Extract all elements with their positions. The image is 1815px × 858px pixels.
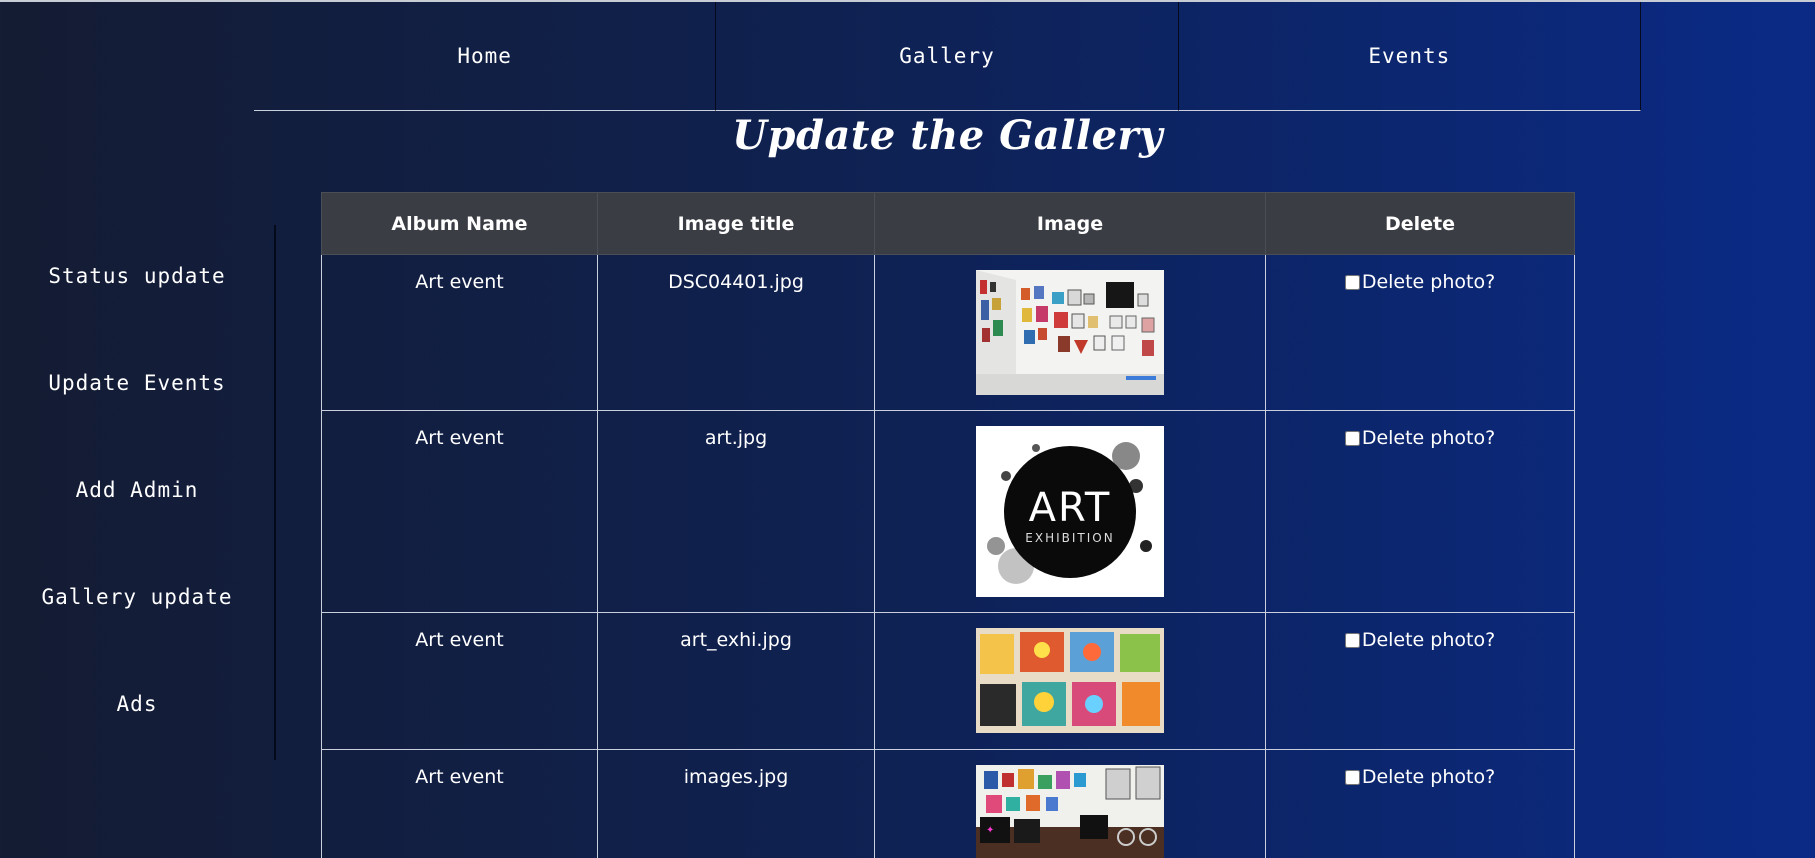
image-title-cell: images.jpg [597,749,875,858]
delete-photo-label: Delete photo? [1361,766,1496,788]
delete-photo-checkbox[interactable] [1344,430,1360,446]
gallery-wall-photo [976,270,1164,395]
table-row: Art event art_exhi.jpg Delete photo? [321,612,1575,750]
delete-photo-checkbox-label[interactable]: Delete photo? [1344,629,1496,651]
delete-cell: Delete photo? [1265,612,1575,750]
table-row: Art event DSC04401.jpg Delete photo? [321,254,1575,411]
header-image-title: Image title [597,192,875,255]
table-header-row: Album Name Image title Image Delete [321,192,1575,255]
album-name-cell: Art event [321,410,598,613]
nav-gallery[interactable]: Gallery [716,2,1179,111]
image-title-cell: DSC04401.jpg [597,254,875,411]
nav-home[interactable]: Home [254,2,717,111]
sidebar-item-update-events[interactable]: Update Events [0,371,274,395]
art-logo-text: ART [1029,485,1112,531]
table-row: Art event images.jpg ✦ Delete photo? [321,749,1575,858]
nav-events[interactable]: Events [1178,2,1641,111]
sidebar-item-add-admin[interactable]: Add Admin [0,478,274,502]
gallery-room-photo: ✦ [976,765,1164,858]
album-name-cell: Art event [321,254,598,411]
svg-text:✦: ✦ [986,825,994,836]
image-cell [874,254,1266,411]
image-cell: ✦ [874,749,1266,858]
delete-cell: Delete photo? [1265,410,1575,613]
delete-photo-label: Delete photo? [1361,427,1496,449]
delete-photo-checkbox[interactable] [1344,769,1360,785]
header-delete: Delete [1265,192,1575,255]
sidebar-item-gallery-update[interactable]: Gallery update [0,585,274,609]
delete-photo-checkbox-label[interactable]: Delete photo? [1344,766,1496,788]
album-name-cell: Art event [321,749,598,858]
delete-photo-checkbox[interactable] [1344,632,1360,648]
page-title: Update the Gallery [732,112,1163,159]
kids-paintings-photo [976,628,1164,733]
exhibition-logo-text: EXHIBITION [1025,531,1114,545]
delete-photo-checkbox[interactable] [1344,274,1360,290]
sidebar-item-ads[interactable]: Ads [0,692,274,716]
gallery-table: Album Name Image title Image Delete Art … [321,192,1575,858]
delete-cell: Delete photo? [1265,254,1575,411]
image-title-cell: art.jpg [597,410,875,613]
image-title-cell: art_exhi.jpg [597,612,875,750]
top-nav: Home Gallery Events [254,2,1641,111]
delete-cell: Delete photo? [1265,749,1575,858]
header-album-name: Album Name [321,192,598,255]
art-exhibition-logo: ART EXHIBITION [976,426,1164,597]
delete-photo-checkbox-label[interactable]: Delete photo? [1344,271,1496,293]
image-cell [874,612,1266,750]
gallery-table-wrapper: Album Name Image title Image Delete Art … [321,192,1575,858]
delete-photo-label: Delete photo? [1361,629,1496,651]
album-name-cell: Art event [321,612,598,750]
delete-photo-checkbox-label[interactable]: Delete photo? [1344,427,1496,449]
sidebar-item-status-update[interactable]: Status update [0,264,274,288]
header-image: Image [874,192,1266,255]
image-cell: ART EXHIBITION [874,410,1266,613]
table-row: Art event art.jpg ART EXHIBITION Delete … [321,410,1575,613]
delete-photo-label: Delete photo? [1361,271,1496,293]
sidebar: Status update Update Events Add Admin Ga… [0,225,276,760]
